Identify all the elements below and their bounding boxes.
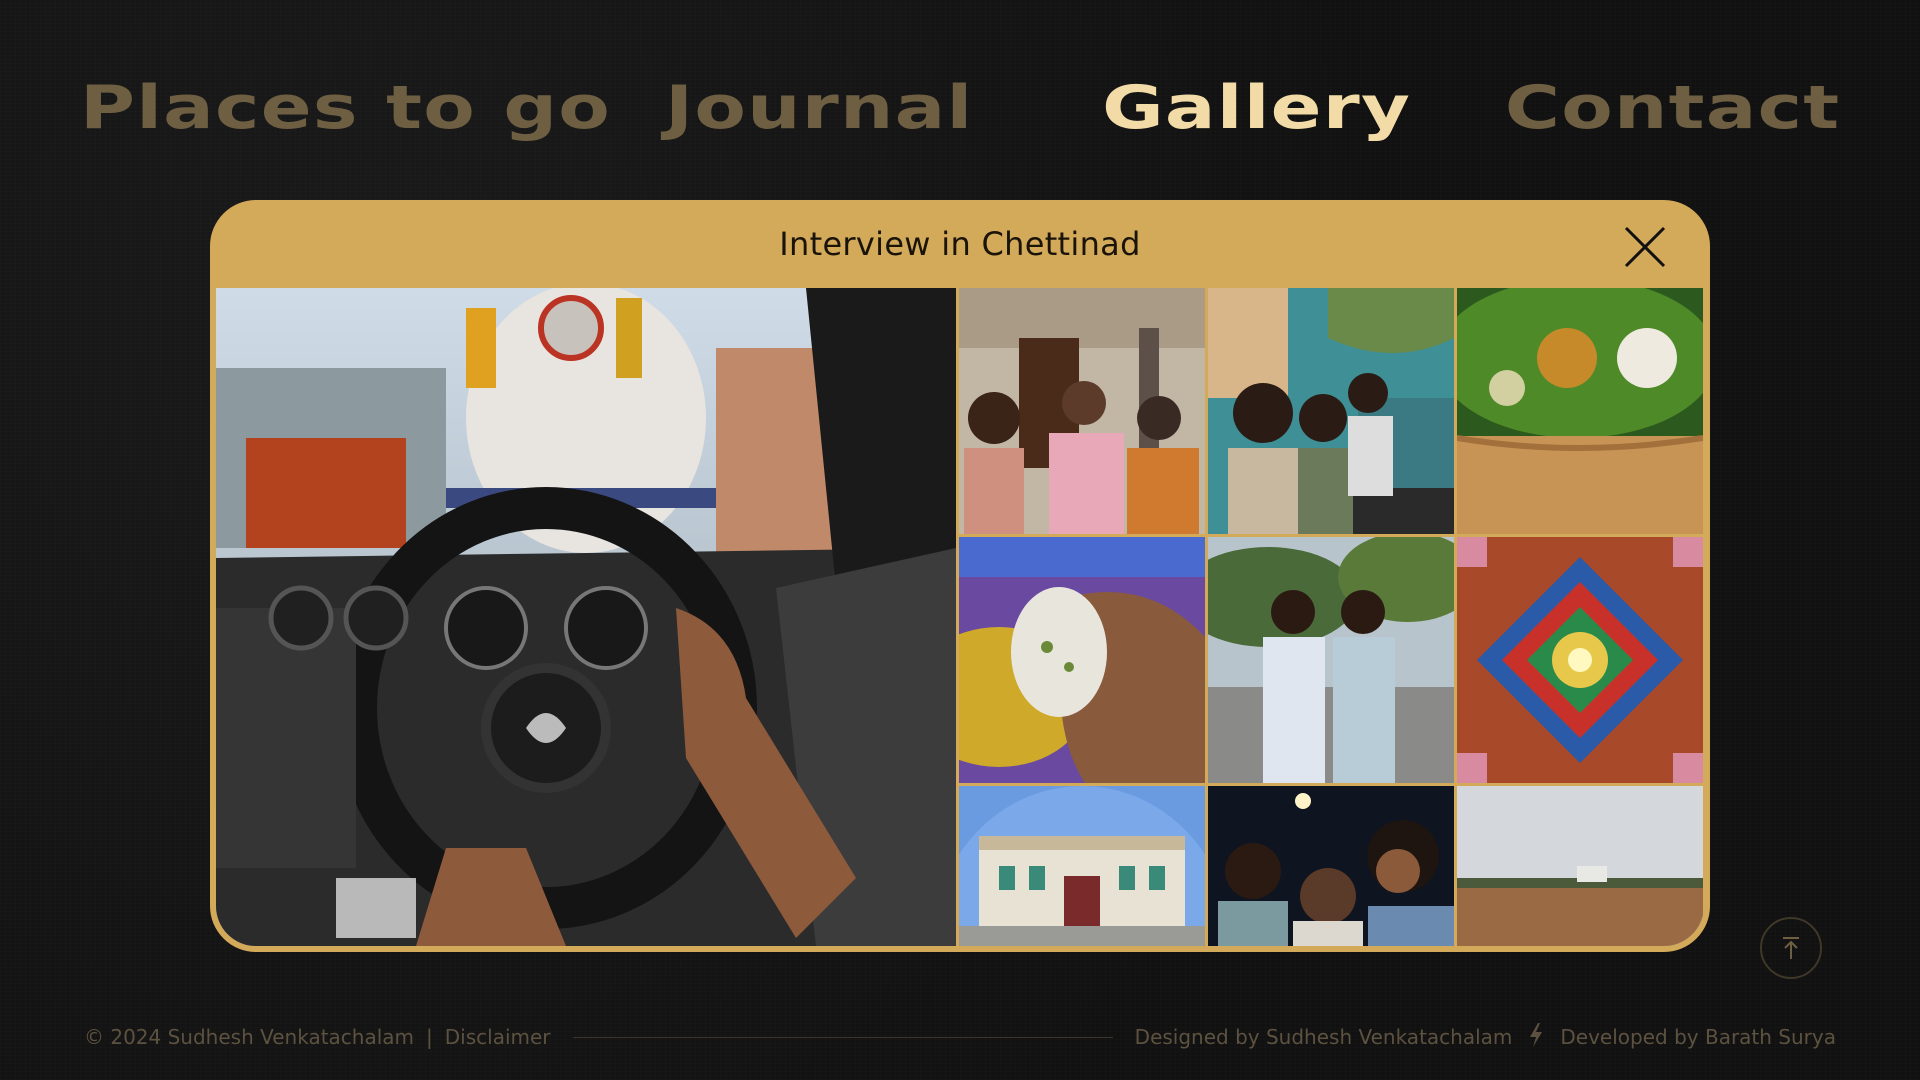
photo-grid — [216, 288, 1704, 946]
photo-chettinad-mansion[interactable] — [959, 786, 1205, 946]
designed-by-text: Designed by Sudhesh Venkatachalam — [1134, 1025, 1513, 1049]
photo-food-dosa[interactable] — [1457, 288, 1703, 534]
disclaimer-link[interactable]: Disclaimer — [445, 1025, 551, 1049]
bolt-icon — [1528, 1022, 1544, 1052]
photo-friends-cafe[interactable] — [1208, 288, 1454, 534]
copyright-text: © 2024 Sudhesh Venkatachalam — [84, 1025, 415, 1049]
developed-by-text: Developed by Barath Surya — [1560, 1025, 1836, 1049]
nav-item-contact[interactable]: Contact — [1505, 73, 1840, 143]
photo-open-field[interactable] — [1457, 786, 1703, 946]
photo-hand-food[interactable] — [959, 537, 1205, 783]
close-button[interactable] — [1620, 222, 1670, 272]
photo-painted-ceiling[interactable] — [1457, 537, 1703, 783]
back-to-top-button[interactable] — [1760, 917, 1822, 979]
gallery-modal: Interview in Chettinad — [210, 200, 1710, 952]
modal-title: Interview in Chettinad — [779, 225, 1141, 263]
arrow-up-icon — [1783, 937, 1799, 959]
footer-separator: | — [426, 1025, 433, 1049]
footer: © 2024 Sudhesh Venkatachalam | Disclaime… — [84, 1022, 1836, 1052]
photo-two-men-outdoors[interactable] — [1208, 537, 1454, 783]
modal-header: Interview in Chettinad — [210, 200, 1710, 288]
nav-item-journal[interactable]: Journal — [665, 73, 973, 143]
close-icon — [1624, 226, 1666, 268]
photo-night-selfie[interactable] — [1208, 786, 1454, 946]
photo-car-dashboard[interactable] — [216, 288, 956, 946]
main-nav: Places to go Journal Gallery Contact — [80, 68, 1840, 148]
nav-item-places[interactable]: Places to go — [80, 73, 611, 143]
footer-divider — [572, 1036, 1113, 1038]
nav-item-gallery[interactable]: Gallery — [1102, 73, 1411, 143]
photo-three-people[interactable] — [959, 288, 1205, 534]
